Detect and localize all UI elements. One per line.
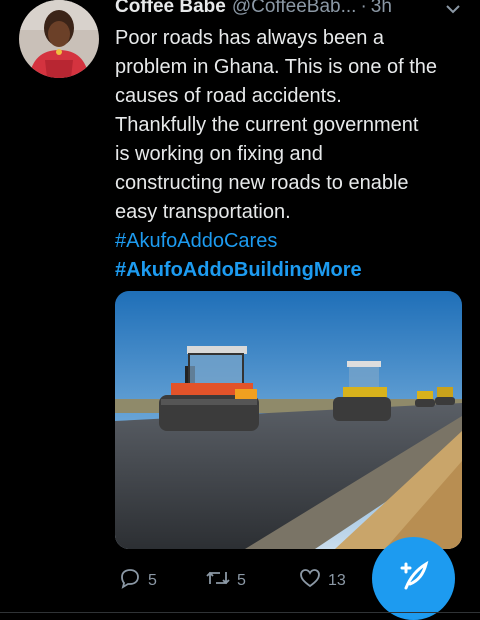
tweet-media-image[interactable] <box>115 291 462 549</box>
retweet-button[interactable]: 5 <box>205 566 246 595</box>
author-handle[interactable]: @CoffeeBab... <box>232 0 357 18</box>
tweet-header: Coffee Babe @CoffeeBab... · 3h <box>115 0 392 20</box>
reply-count: 5 <box>148 571 157 589</box>
tweet-text-line: Poor roads has always been a <box>115 27 385 49</box>
hashtag-link[interactable]: #AkufoAddoBuildingMore <box>115 256 470 285</box>
tweet-separator: · <box>360 0 367 17</box>
author-name[interactable]: Coffee Babe <box>115 0 226 18</box>
divider <box>0 612 480 613</box>
compose-icon <box>394 556 434 601</box>
like-icon <box>298 566 328 595</box>
retweet-icon <box>205 566 237 595</box>
compose-button[interactable] <box>372 537 455 620</box>
like-count: 13 <box>328 571 346 589</box>
tweet-text-line: easy transportation. <box>115 201 291 223</box>
tweet-text-line: causes of road accidents. <box>115 85 342 107</box>
avatar[interactable] <box>19 0 99 78</box>
like-button[interactable]: 13 <box>298 566 346 595</box>
tweet-text-line: is working on fixing and <box>115 143 323 165</box>
retweet-count: 5 <box>237 571 246 589</box>
tweet-text-line: constructing new roads to enable <box>115 172 409 194</box>
hashtag-link[interactable]: #AkufoAddoCares <box>115 227 470 256</box>
tweet-text-line: Thankfully the current government <box>115 114 419 136</box>
tweet-text-line: problem in Ghana. This is one of the <box>115 56 438 78</box>
tweet-time[interactable]: 3h <box>371 0 392 18</box>
reply-button[interactable]: 5 <box>118 566 157 595</box>
tweet-body: Poor roads has always been a problem in … <box>115 24 470 285</box>
reply-icon <box>118 566 148 595</box>
chevron-down-icon[interactable] <box>444 0 462 23</box>
